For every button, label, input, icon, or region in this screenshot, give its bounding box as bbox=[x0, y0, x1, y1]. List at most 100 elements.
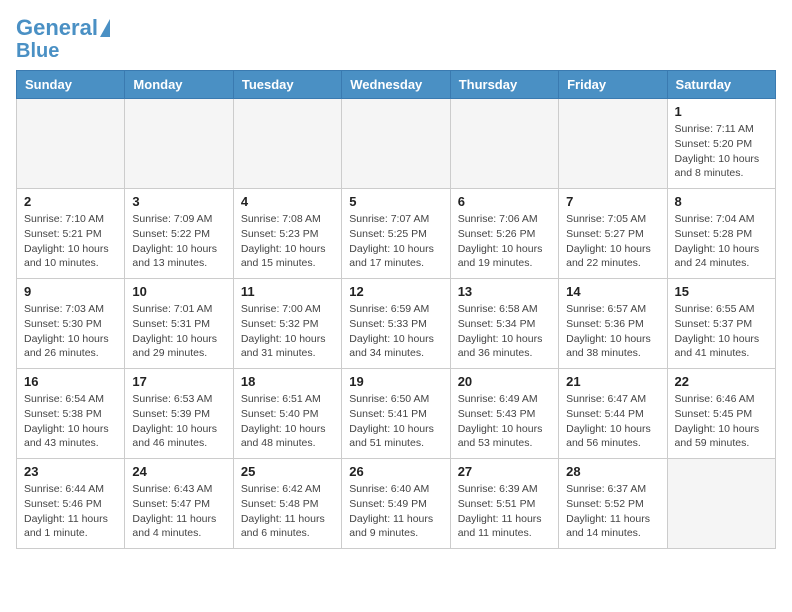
calendar-cell: 11 Sunrise: 7:00 AM Sunset: 5:32 PM Dayli… bbox=[233, 279, 341, 369]
day-info: Sunrise: 6:46 AM Sunset: 5:45 PM Dayligh… bbox=[675, 392, 768, 451]
day-info: Sunrise: 7:00 AM Sunset: 5:32 PM Dayligh… bbox=[241, 302, 334, 361]
day-header-monday: Monday bbox=[125, 71, 233, 99]
day-header-wednesday: Wednesday bbox=[342, 71, 450, 99]
day-number: 3 bbox=[132, 194, 225, 209]
day-header-thursday: Thursday bbox=[450, 71, 558, 99]
calendar-cell: 14 Sunrise: 6:57 AM Sunset: 5:36 PM Dayli… bbox=[559, 279, 667, 369]
day-number: 4 bbox=[241, 194, 334, 209]
day-header-friday: Friday bbox=[559, 71, 667, 99]
calendar-cell bbox=[233, 99, 341, 189]
calendar-cell: 21 Sunrise: 6:47 AM Sunset: 5:44 PM Dayli… bbox=[559, 369, 667, 459]
calendar-cell: 19Sunrise: 6:50 AM Sunset: 5:41 PM Dayli… bbox=[342, 369, 450, 459]
day-number: 13 bbox=[458, 284, 551, 299]
calendar-cell: 12 Sunrise: 6:59 AM Sunset: 5:33 PM Dayli… bbox=[342, 279, 450, 369]
calendar-week-row: 9 Sunrise: 7:03 AM Sunset: 5:30 PM Daylig… bbox=[17, 279, 776, 369]
day-info: Sunrise: 7:07 AM Sunset: 5:25 PM Dayligh… bbox=[349, 212, 442, 271]
calendar-cell: 13 Sunrise: 6:58 AM Sunset: 5:34 PM Dayli… bbox=[450, 279, 558, 369]
day-info: Sunrise: 7:01 AM Sunset: 5:31 PM Dayligh… bbox=[132, 302, 225, 361]
calendar-cell: 16 Sunrise: 6:54 AM Sunset: 5:38 PM Dayli… bbox=[17, 369, 125, 459]
day-number: 18 bbox=[241, 374, 334, 389]
calendar-cell: 7Sunrise: 7:05 AM Sunset: 5:27 PM Daylig… bbox=[559, 189, 667, 279]
day-number: 6 bbox=[458, 194, 551, 209]
day-info: Sunrise: 7:03 AM Sunset: 5:30 PM Dayligh… bbox=[24, 302, 117, 361]
day-info: Sunrise: 6:39 AM Sunset: 5:51 PM Dayligh… bbox=[458, 482, 551, 541]
calendar-cell bbox=[342, 99, 450, 189]
calendar-cell: 3 Sunrise: 7:09 AM Sunset: 5:22 PM Daylig… bbox=[125, 189, 233, 279]
day-header-sunday: Sunday bbox=[17, 71, 125, 99]
logo-blue: Blue bbox=[16, 40, 59, 62]
day-number: 23 bbox=[24, 464, 117, 479]
day-number: 25 bbox=[241, 464, 334, 479]
calendar-cell: 8 Sunrise: 7:04 AM Sunset: 5:28 PM Daylig… bbox=[667, 189, 775, 279]
day-info: Sunrise: 6:57 AM Sunset: 5:36 PM Dayligh… bbox=[566, 302, 659, 361]
day-number: 14 bbox=[566, 284, 659, 299]
calendar-cell: 26 Sunrise: 6:40 AM Sunset: 5:49 PM Dayli… bbox=[342, 459, 450, 549]
day-info: Sunrise: 7:08 AM Sunset: 5:23 PM Dayligh… bbox=[241, 212, 334, 271]
day-info: Sunrise: 7:09 AM Sunset: 5:22 PM Dayligh… bbox=[132, 212, 225, 271]
day-info: Sunrise: 6:44 AM Sunset: 5:46 PM Dayligh… bbox=[24, 482, 117, 541]
day-info: Sunrise: 6:58 AM Sunset: 5:34 PM Dayligh… bbox=[458, 302, 551, 361]
day-number: 11 bbox=[241, 284, 334, 299]
day-info: Sunrise: 6:50 AM Sunset: 5:41 PM Dayligh… bbox=[349, 392, 442, 451]
calendar-table: SundayMondayTuesdayWednesdayThursdayFrid… bbox=[16, 70, 776, 549]
day-info: Sunrise: 6:37 AM Sunset: 5:52 PM Dayligh… bbox=[566, 482, 659, 541]
day-info: Sunrise: 6:40 AM Sunset: 5:49 PM Dayligh… bbox=[349, 482, 442, 541]
calendar-cell: 22 Sunrise: 6:46 AM Sunset: 5:45 PM Dayli… bbox=[667, 369, 775, 459]
day-header-saturday: Saturday bbox=[667, 71, 775, 99]
calendar-cell bbox=[667, 459, 775, 549]
calendar-cell: 25 Sunrise: 6:42 AM Sunset: 5:48 PM Dayli… bbox=[233, 459, 341, 549]
calendar-cell: 5 Sunrise: 7:07 AM Sunset: 5:25 PM Daylig… bbox=[342, 189, 450, 279]
day-number: 26 bbox=[349, 464, 442, 479]
day-number: 15 bbox=[675, 284, 768, 299]
calendar-cell: 15 Sunrise: 6:55 AM Sunset: 5:37 PM Dayli… bbox=[667, 279, 775, 369]
day-number: 10 bbox=[132, 284, 225, 299]
calendar-week-row: 1Sunrise: 7:11 AM Sunset: 5:20 PM Daylig… bbox=[17, 99, 776, 189]
day-info: Sunrise: 6:59 AM Sunset: 5:33 PM Dayligh… bbox=[349, 302, 442, 361]
logo: General Blue bbox=[16, 16, 110, 62]
day-info: Sunrise: 7:10 AM Sunset: 5:21 PM Dayligh… bbox=[24, 212, 117, 271]
calendar-header-row: SundayMondayTuesdayWednesdayThursdayFrid… bbox=[17, 71, 776, 99]
logo-general: General bbox=[16, 15, 98, 40]
day-number: 20 bbox=[458, 374, 551, 389]
day-number: 21 bbox=[566, 374, 659, 389]
day-info: Sunrise: 7:06 AM Sunset: 5:26 PM Dayligh… bbox=[458, 212, 551, 271]
calendar-cell: 6 Sunrise: 7:06 AM Sunset: 5:26 PM Daylig… bbox=[450, 189, 558, 279]
day-info: Sunrise: 6:53 AM Sunset: 5:39 PM Dayligh… bbox=[132, 392, 225, 451]
day-info: Sunrise: 6:47 AM Sunset: 5:44 PM Dayligh… bbox=[566, 392, 659, 451]
calendar-cell: 2 Sunrise: 7:10 AM Sunset: 5:21 PM Daylig… bbox=[17, 189, 125, 279]
day-number: 7 bbox=[566, 194, 659, 209]
day-number: 17 bbox=[132, 374, 225, 389]
calendar-cell: 9 Sunrise: 7:03 AM Sunset: 5:30 PM Daylig… bbox=[17, 279, 125, 369]
day-number: 24 bbox=[132, 464, 225, 479]
day-info: Sunrise: 7:11 AM Sunset: 5:20 PM Dayligh… bbox=[675, 122, 768, 181]
calendar-cell bbox=[450, 99, 558, 189]
day-info: Sunrise: 6:54 AM Sunset: 5:38 PM Dayligh… bbox=[24, 392, 117, 451]
calendar-cell: 17 Sunrise: 6:53 AM Sunset: 5:39 PM Dayli… bbox=[125, 369, 233, 459]
calendar-cell: 27 Sunrise: 6:39 AM Sunset: 5:51 PM Dayli… bbox=[450, 459, 558, 549]
calendar-cell: 28 Sunrise: 6:37 AM Sunset: 5:52 PM Dayli… bbox=[559, 459, 667, 549]
day-number: 28 bbox=[566, 464, 659, 479]
day-info: Sunrise: 7:04 AM Sunset: 5:28 PM Dayligh… bbox=[675, 212, 768, 271]
calendar-cell bbox=[125, 99, 233, 189]
day-info: Sunrise: 6:43 AM Sunset: 5:47 PM Dayligh… bbox=[132, 482, 225, 541]
day-info: Sunrise: 6:55 AM Sunset: 5:37 PM Dayligh… bbox=[675, 302, 768, 361]
day-info: Sunrise: 6:49 AM Sunset: 5:43 PM Dayligh… bbox=[458, 392, 551, 451]
calendar-cell: 10 Sunrise: 7:01 AM Sunset: 5:31 PM Dayli… bbox=[125, 279, 233, 369]
day-number: 8 bbox=[675, 194, 768, 209]
day-header-tuesday: Tuesday bbox=[233, 71, 341, 99]
day-number: 16 bbox=[24, 374, 117, 389]
calendar-cell bbox=[559, 99, 667, 189]
day-number: 27 bbox=[458, 464, 551, 479]
day-info: Sunrise: 6:42 AM Sunset: 5:48 PM Dayligh… bbox=[241, 482, 334, 541]
day-info: Sunrise: 6:51 AM Sunset: 5:40 PM Dayligh… bbox=[241, 392, 334, 451]
day-number: 5 bbox=[349, 194, 442, 209]
day-number: 2 bbox=[24, 194, 117, 209]
day-number: 9 bbox=[24, 284, 117, 299]
calendar-cell: 4 Sunrise: 7:08 AM Sunset: 5:23 PM Daylig… bbox=[233, 189, 341, 279]
day-number: 12 bbox=[349, 284, 442, 299]
calendar-week-row: 16 Sunrise: 6:54 AM Sunset: 5:38 PM Dayli… bbox=[17, 369, 776, 459]
calendar-cell bbox=[17, 99, 125, 189]
day-number: 22 bbox=[675, 374, 768, 389]
logo-triangle-icon bbox=[100, 19, 110, 37]
page-header: General Blue bbox=[16, 16, 776, 62]
